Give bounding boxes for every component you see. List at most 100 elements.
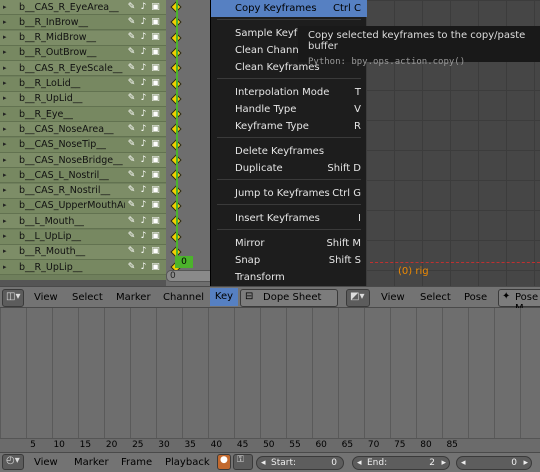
- lock-icon[interactable]: ▣: [150, 63, 161, 74]
- speaker-icon[interactable]: ♪: [138, 17, 149, 28]
- wrench-icon[interactable]: ✎: [126, 93, 137, 104]
- viewport-menu-pose[interactable]: Pose: [464, 290, 487, 306]
- lock-icon[interactable]: ▣: [150, 32, 161, 43]
- current-frame-field[interactable]: ◂ 0 ▸: [456, 456, 532, 470]
- lock-icon[interactable]: ▣: [150, 17, 161, 28]
- expand-triangle-icon[interactable]: ▸: [3, 125, 12, 134]
- wrench-icon[interactable]: ✎: [126, 47, 137, 58]
- channel-row[interactable]: ▸ b__CAS_NoseArea__ ✎ ♪ ▣: [0, 122, 166, 138]
- channel-row[interactable]: ▸ b__CAS_NoseBridge__ ✎ ♪ ▣: [0, 153, 166, 168]
- menu-item-keyframe-type[interactable]: Keyframe Type R: [211, 118, 367, 135]
- menu-item-snap[interactable]: Snap Shift S: [211, 252, 367, 269]
- wrench-icon[interactable]: ✎: [126, 78, 137, 89]
- viewport-menu-select[interactable]: Select: [420, 290, 451, 306]
- menu-item-insert-keyframes[interactable]: Insert Keyframes I: [211, 210, 367, 227]
- footer-menu-playback[interactable]: Playback: [165, 455, 210, 471]
- speaker-icon[interactable]: ♪: [138, 185, 149, 196]
- wrench-icon[interactable]: ✎: [126, 200, 137, 211]
- channel-row[interactable]: ▸ b__CAS_L_Nostril__ ✎ ♪ ▣: [0, 168, 166, 184]
- wrench-icon[interactable]: ✎: [126, 246, 137, 257]
- speaker-icon[interactable]: ♪: [138, 231, 149, 242]
- expand-triangle-icon[interactable]: ▸: [3, 3, 12, 12]
- speaker-icon[interactable]: ♪: [138, 93, 149, 104]
- footer-menu-frame[interactable]: Frame: [121, 455, 152, 471]
- channel-list[interactable]: ▸ b__CAS_R_EyeArea__ ✎ ♪ ▣ ▸ b__R_InBrow__ ✎ ♪ ▣ ▸…: [0, 0, 166, 280]
- footer-menu-view[interactable]: View: [34, 455, 58, 471]
- channel-row[interactable]: ▸ b__R_MidBrow__ ✎ ♪ ▣: [0, 30, 166, 46]
- channel-name[interactable]: b__L_UpLip__: [19, 231, 125, 242]
- current-frame-line[interactable]: [176, 0, 178, 265]
- expand-triangle-icon[interactable]: ▸: [3, 110, 12, 119]
- channel-row[interactable]: ▸ b__CAS_NoseTip__ ✎ ♪ ▣: [0, 137, 166, 153]
- speaker-icon[interactable]: ♪: [138, 216, 149, 227]
- menu-item-handle-type[interactable]: Handle Type V: [211, 101, 367, 118]
- menu-view[interactable]: View: [34, 290, 58, 306]
- lock-icon[interactable]: ▣: [150, 246, 161, 257]
- lock-icon[interactable]: ▣: [150, 47, 161, 58]
- channel-row[interactable]: ▸ b__R_Mouth__ ✎ ♪ ▣: [0, 244, 166, 260]
- expand-triangle-icon[interactable]: ▸: [3, 64, 12, 73]
- current-frame-indicator[interactable]: 0: [175, 256, 193, 268]
- menu-item-delete-keyframes[interactable]: Delete Keyframes: [211, 143, 367, 160]
- footer-menu-marker[interactable]: Marker: [74, 455, 109, 471]
- lock-icon[interactable]: ▣: [150, 200, 161, 211]
- channel-name[interactable]: b__R_InBrow__: [19, 17, 125, 28]
- speaker-icon[interactable]: ♪: [138, 170, 149, 181]
- menu-marker[interactable]: Marker: [116, 290, 151, 306]
- lock-icon[interactable]: ▣: [150, 231, 161, 242]
- expand-triangle-icon[interactable]: ▸: [3, 232, 12, 241]
- wrench-icon[interactable]: ✎: [126, 139, 137, 150]
- menu-item-mirror[interactable]: Mirror Shift M: [211, 235, 367, 252]
- channel-name[interactable]: b__L_Mouth__: [19, 216, 125, 227]
- channel-name[interactable]: b__R_LoLid__: [19, 78, 125, 89]
- channel-name[interactable]: b__R_MidBrow__: [19, 32, 125, 43]
- expand-triangle-icon[interactable]: ▸: [3, 33, 12, 42]
- wrench-icon[interactable]: ✎: [126, 32, 137, 43]
- channel-row[interactable]: ▸ b__R_UpLid__ ✎ ♪ ▣: [0, 91, 166, 107]
- channel-name[interactable]: b__CAS_NoseBridge__: [19, 155, 125, 166]
- wrench-icon[interactable]: ✎: [126, 231, 137, 242]
- lock-icon[interactable]: ▣: [150, 93, 161, 104]
- channel-name[interactable]: b__CAS_R_EyeScale__: [19, 63, 125, 74]
- expand-triangle-icon[interactable]: ▸: [3, 156, 12, 165]
- speaker-icon[interactable]: ♪: [138, 200, 149, 211]
- menu-item-copy-keyframes[interactable]: Copy Keyframes Ctrl C: [211, 0, 367, 17]
- expand-triangle-icon[interactable]: ▸: [3, 79, 12, 88]
- channel-row[interactable]: ▸ b__R_UpLip__ ✎ ♪ ▣: [0, 260, 166, 276]
- pose-mode-select[interactable]: ✦ Pose M: [498, 289, 540, 314]
- speaker-icon[interactable]: ♪: [138, 262, 149, 273]
- speaker-icon[interactable]: ♪: [138, 47, 149, 58]
- channel-row[interactable]: ▸ b__CAS_R_Nostril__ ✎ ♪ ▣: [0, 183, 166, 199]
- wrench-icon[interactable]: ✎: [126, 63, 137, 74]
- timeline-area[interactable]: [0, 308, 540, 438]
- mode-select[interactable]: ⊟ Dope Sheet: [240, 289, 338, 307]
- menu-key[interactable]: Key: [210, 288, 238, 306]
- channel-row[interactable]: ▸ b__R_InBrow__ ✎ ♪ ▣: [0, 15, 166, 31]
- speaker-icon[interactable]: ♪: [138, 63, 149, 74]
- wrench-icon[interactable]: ✎: [126, 185, 137, 196]
- channel-name[interactable]: b__R_Eye__: [19, 109, 125, 120]
- end-frame-field[interactable]: ◂ End: 2 ▸: [352, 456, 450, 470]
- wrench-icon[interactable]: ✎: [126, 170, 137, 181]
- speaker-icon[interactable]: ♪: [138, 124, 149, 135]
- timeline-editor-type-button[interactable]: ◴▾: [2, 454, 24, 470]
- menu-item-duplicate[interactable]: Duplicate Shift D: [211, 160, 367, 177]
- channel-name[interactable]: b__CAS_L_Nostril__: [19, 170, 125, 181]
- lock-icon[interactable]: ▣: [150, 216, 161, 227]
- menu-select[interactable]: Select: [72, 290, 103, 306]
- keyframe-area[interactable]: [166, 0, 210, 286]
- expand-triangle-icon[interactable]: ▸: [3, 48, 12, 57]
- channel-name[interactable]: b__R_UpLid__: [19, 93, 125, 104]
- expand-triangle-icon[interactable]: ▸: [3, 171, 12, 180]
- lock-icon[interactable]: ▣: [150, 78, 161, 89]
- channel-name[interactable]: b__R_OutBrow__: [19, 47, 125, 58]
- speaker-icon[interactable]: ♪: [138, 78, 149, 89]
- expand-triangle-icon[interactable]: ▸: [3, 217, 12, 226]
- wrench-icon[interactable]: ✎: [126, 262, 137, 273]
- channel-row[interactable]: ▸ b__L_UpLip__ ✎ ♪ ▣: [0, 229, 166, 245]
- menu-channel[interactable]: Channel: [163, 290, 204, 306]
- lock-icon[interactable]: ▣: [150, 262, 161, 273]
- speaker-icon[interactable]: ♪: [138, 246, 149, 257]
- channel-name[interactable]: b__CAS_NoseArea__: [19, 124, 125, 135]
- speaker-icon[interactable]: ♪: [138, 2, 149, 13]
